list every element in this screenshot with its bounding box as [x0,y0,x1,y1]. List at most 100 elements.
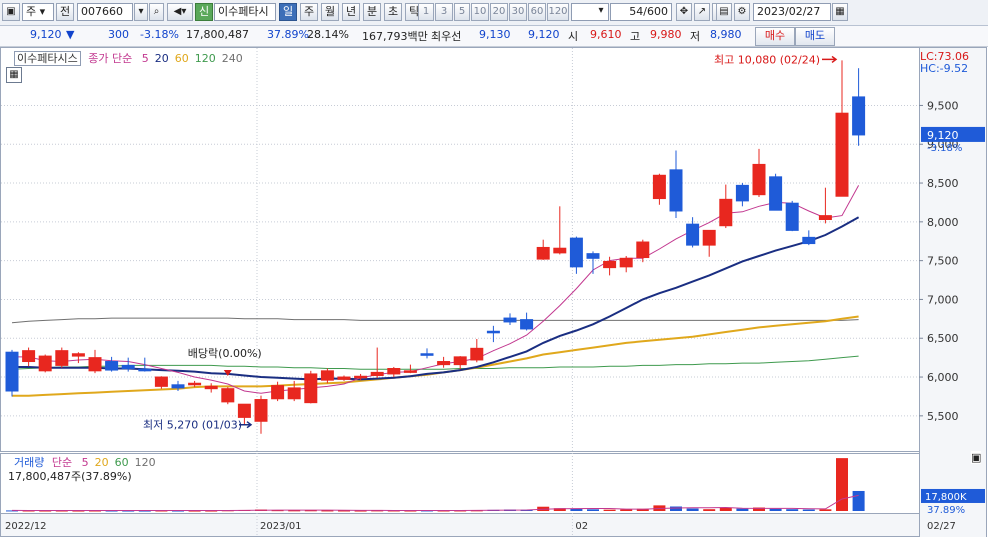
candle-body [403,370,417,373]
candle-body [387,368,401,375]
current-price: 9,120 [30,28,62,41]
interval-button-20[interactable]: 20 [490,3,508,21]
stock-name[interactable]: 이수페타시 [214,3,276,21]
max-price-label: 최고 10,080 (02/24) [714,53,820,66]
candle-body [287,387,301,400]
low-label: 저 [690,30,701,43]
volume-bar [620,509,633,511]
y-tick-label: 5,500 [927,410,959,423]
period-tab-2[interactable]: 주 [300,3,318,21]
candle-body [835,112,849,197]
period-tab-1[interactable]: 일 [279,3,297,21]
volume-bar [769,508,782,511]
trade-amount: 167,793백만 [362,30,428,43]
ask-price: 9,120 [528,28,560,41]
candle-body [121,364,135,370]
ma-legend-240: 240 [221,52,243,65]
candle-body [5,351,19,392]
interval-button-5[interactable]: 5 [454,3,470,21]
save-icon[interactable]: ▤ [716,3,732,21]
volume-bar [719,507,732,511]
quote-bar: 9,120 ▼ 300 -3.18% 17,800,487 37.89% 28.… [0,26,988,47]
sell-button[interactable]: 매도 [795,27,835,46]
y-tick-label: 8,000 [927,216,959,229]
x-tick-label: 2022/12 [5,521,47,532]
candle-body [553,247,567,254]
candle-body [437,361,451,366]
turnover-percent: 28.14% [307,28,349,41]
high-price: 9,980 [650,28,682,41]
candle-body [204,385,218,390]
interval-button-1[interactable]: 1 [418,3,434,21]
calendar-icon[interactable]: ▦ [832,3,848,21]
volume-bar [786,509,799,511]
crosshair-icon[interactable]: ✥ [676,3,692,21]
y-tick-label: 8,500 [927,177,959,190]
high-label: 고 [630,30,641,43]
candle-body [686,223,700,246]
candle-body [636,241,650,259]
prev-next-icon[interactable]: ◀▾ [167,3,193,21]
min-price-label: 최저 5,270 (01/03) [143,419,242,432]
ma-legend-120: 120 [194,52,216,65]
interval-button-30[interactable]: 30 [509,3,527,21]
open-label: 시 [568,30,579,43]
candle-body [254,399,268,422]
window-icon[interactable]: ▣ [2,3,20,21]
buy-button[interactable]: 매수 [755,27,795,46]
candle-body [304,373,318,404]
indicator-icon[interactable]: ↗ [694,3,710,21]
candle-body [769,176,783,211]
volume-pane-toggle[interactable]: ▣ [971,451,982,464]
x-tick-label: 2023/01 [260,521,302,532]
search-icon[interactable]: ⌕ [149,3,164,21]
flag-badge: 신 [195,3,213,21]
interval-button-120[interactable]: 120 [547,3,569,21]
period-tab-6[interactable]: 초 [384,3,402,21]
dividend-label: 배당락(0.00%) [188,347,262,360]
count-dropdown-icon[interactable]: ▾ [594,3,608,21]
interval-button-60[interactable]: 60 [528,3,546,21]
count-total: /600 [643,5,668,18]
volume-info: 17,800,487주(37.89%) [8,468,132,484]
period-tab-4[interactable]: 년 [342,3,360,21]
candle-body [503,317,517,323]
code-dropdown-icon[interactable]: ▾ [134,3,148,21]
toolbar: ▣ 주 ▾ 전 007660 ▾ ⌕ ◀▾ 신 이수페타시 ▾ 54/600 ✥… [0,0,988,26]
candle-body [802,236,816,245]
grid-toggle-icon[interactable]: ▦ [6,67,22,83]
interval-button-3[interactable]: 3 [435,3,453,21]
ma-prefix: 종가 단순 [88,52,133,65]
x-tick-label: 02 [575,521,588,532]
volume-bar [819,509,832,511]
candle-body [520,319,534,330]
market-label: 주 [26,5,37,18]
candle-body [38,355,52,372]
count-value: 54 [629,5,644,18]
current-volume-label: 17,800K [925,492,967,503]
bid-price: 9,130 [479,28,511,41]
volume-ma-legend-120: 120 [134,456,156,469]
date-field[interactable]: 2023/02/27 [753,3,831,21]
candle-body [752,163,766,196]
gear-icon[interactable]: ⚙ [734,3,750,21]
count-display[interactable]: 54/600 [610,3,672,21]
volume-value: 17,800,487 [186,28,249,41]
stock-code-input[interactable]: 007660 [77,3,133,21]
candle-body [486,330,500,334]
current-price-label: 9,120 [927,129,959,142]
current-volume-percent: 37.89% [927,505,965,516]
y-tick-label: 7,500 [927,255,959,268]
interval-button-10[interactable]: 10 [471,3,489,21]
market-select[interactable]: 주 ▾ [22,3,54,21]
volume-bar [686,508,699,511]
y-tick-label: 9,500 [927,99,959,112]
period-tab-5[interactable]: 분 [363,3,381,21]
volume-bar [670,506,682,511]
candle-body [237,403,251,418]
y-tick-label: 6,500 [927,332,959,345]
period-tab-3[interactable]: 월 [321,3,339,21]
candle-body [337,376,351,380]
prefix-button[interactable]: 전 [56,3,74,21]
candle-body [669,169,683,212]
